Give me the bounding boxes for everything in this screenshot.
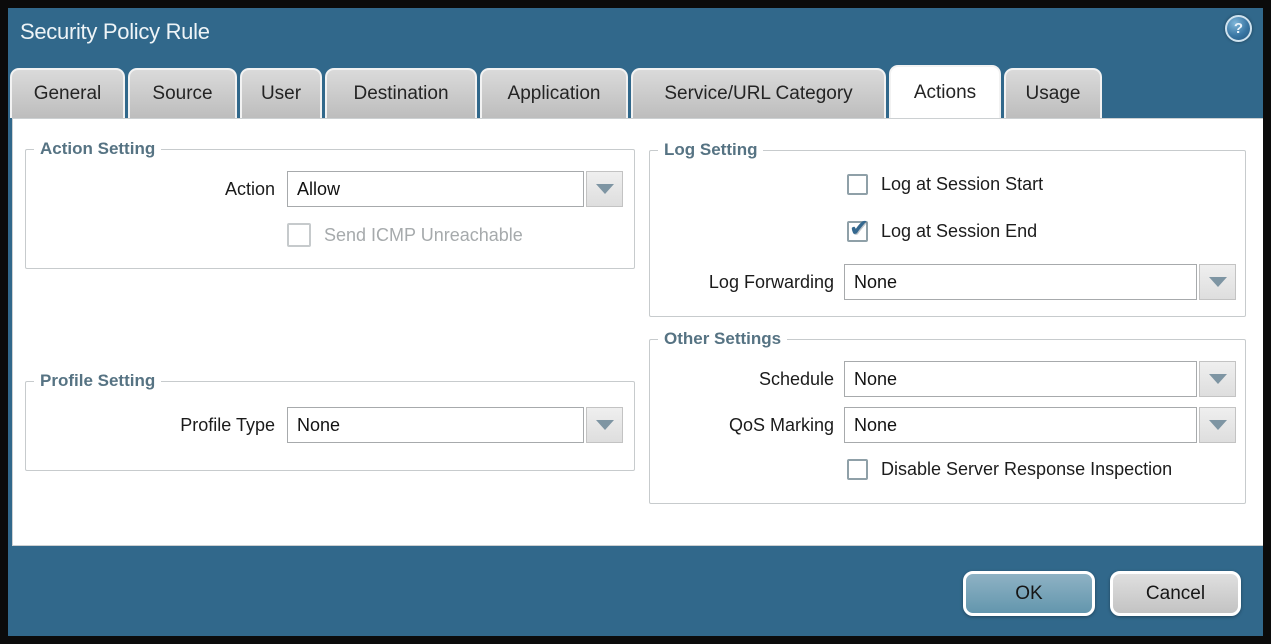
tab-label: Application [508, 83, 601, 105]
action-setting-legend: Action Setting [34, 139, 161, 159]
help-icon[interactable]: ? [1225, 15, 1252, 42]
tab-service-url-category[interactable]: Service/URL Category [631, 68, 886, 118]
other-settings-legend: Other Settings [658, 329, 787, 349]
tab-source[interactable]: Source [128, 68, 237, 118]
schedule-dropdown-button[interactable] [1199, 361, 1236, 397]
log-setting-legend: Log Setting [658, 140, 763, 160]
log-forwarding-dropdown-button[interactable] [1199, 264, 1236, 300]
action-setting-group: Action Setting Action Allow Send ICMP Un… [25, 139, 635, 269]
tab-label: Usage [1026, 83, 1081, 105]
tab-label: General [34, 83, 102, 105]
profile-type-label: Profile Type [26, 415, 275, 436]
qos-marking-label: QoS Marking [650, 415, 834, 436]
cancel-button[interactable]: Cancel [1110, 571, 1241, 616]
tab-usage[interactable]: Usage [1004, 68, 1102, 118]
tab-user[interactable]: User [240, 68, 322, 118]
log-forwarding-dropdown[interactable]: None [844, 264, 1236, 300]
profile-setting-legend: Profile Setting [34, 371, 161, 391]
action-dropdown-button[interactable] [586, 171, 623, 207]
schedule-dropdown[interactable]: None [844, 361, 1236, 397]
ok-button[interactable]: OK [963, 571, 1095, 616]
log-session-start-checkbox[interactable] [847, 174, 868, 195]
log-session-end-label: Log at Session End [881, 221, 1037, 242]
profile-type-dropdown[interactable]: None [287, 407, 623, 443]
log-session-start-label: Log at Session Start [881, 174, 1043, 195]
tab-actions[interactable]: Actions [889, 65, 1001, 118]
send-icmp-label: Send ICMP Unreachable [324, 225, 523, 246]
log-setting-group: Log Setting Log at Session Start Log at … [649, 140, 1246, 317]
tab-label: Destination [353, 83, 448, 105]
qos-marking-dropdown-button[interactable] [1199, 407, 1236, 443]
chevron-down-icon [1209, 374, 1227, 384]
log-forwarding-label: Log Forwarding [650, 272, 834, 293]
chevron-down-icon [596, 420, 614, 430]
tab-label: Source [152, 83, 212, 105]
chevron-down-icon [1209, 277, 1227, 287]
tab-bar: General Source User Destination Applicat… [10, 68, 1102, 118]
tab-general[interactable]: General [10, 68, 125, 118]
profile-type-dropdown-button[interactable] [586, 407, 623, 443]
chevron-down-icon [1209, 420, 1227, 430]
disable-server-response-inspection-checkbox[interactable] [847, 459, 868, 480]
tab-label: Service/URL Category [664, 83, 852, 105]
tab-destination[interactable]: Destination [325, 68, 477, 118]
log-forwarding-dropdown-value: None [854, 272, 897, 293]
log-session-end-checkbox[interactable] [847, 221, 868, 242]
profile-type-dropdown-value: None [297, 415, 340, 436]
tab-application[interactable]: Application [480, 68, 628, 118]
qos-marking-dropdown[interactable]: None [844, 407, 1236, 443]
tab-label: Actions [914, 82, 976, 104]
dialog-title: Security Policy Rule [20, 19, 210, 45]
profile-setting-group: Profile Setting Profile Type None [25, 371, 635, 471]
action-dropdown[interactable]: Allow [287, 171, 623, 207]
security-policy-rule-dialog: Security Policy Rule ? General Source Us… [0, 0, 1271, 644]
action-dropdown-value: Allow [297, 179, 340, 200]
qos-marking-dropdown-value: None [854, 415, 897, 436]
disable-server-response-inspection-label: Disable Server Response Inspection [881, 459, 1172, 480]
tab-label: User [261, 83, 301, 105]
other-settings-group: Other Settings Schedule None QoS Marking… [649, 329, 1246, 504]
question-mark-glyph: ? [1234, 20, 1243, 37]
action-label: Action [26, 179, 275, 200]
send-icmp-checkbox [287, 223, 311, 247]
schedule-dropdown-value: None [854, 369, 897, 390]
chevron-down-icon [596, 184, 614, 194]
schedule-label: Schedule [650, 369, 834, 390]
content-panel: Action Setting Action Allow Send ICMP Un… [12, 118, 1265, 546]
